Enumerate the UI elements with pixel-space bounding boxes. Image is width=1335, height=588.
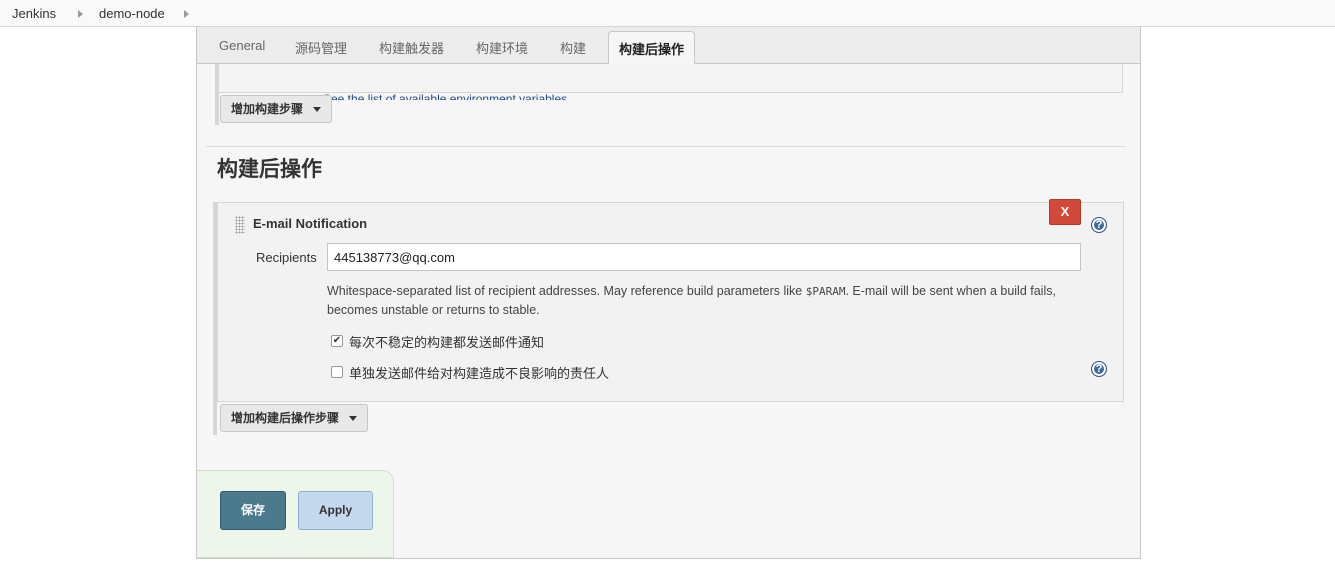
- email-notification-block: E-mail Notification X ? Recipients White…: [217, 199, 1124, 402]
- tab-post-build[interactable]: 构建后操作: [608, 31, 696, 65]
- help-icon[interactable]: ?: [1091, 361, 1107, 377]
- caret-down-icon: [349, 416, 358, 422]
- env-variables-link[interactable]: See the list of available environment va…: [323, 92, 567, 100]
- add-build-step-label: 增加构建步骤: [231, 102, 304, 116]
- breadcrumb-jenkins[interactable]: Jenkins: [12, 6, 56, 21]
- tab-strip: General 源码管理 构建触发器 构建环境 构建 构建后操作: [197, 27, 1140, 65]
- section-divider: [206, 146, 1126, 147]
- separate-email-checkbox-label[interactable]: 单独发送邮件给对构建造成不良影响的责任人: [349, 363, 609, 382]
- bottom-action-bar: 保存 Apply: [197, 470, 394, 558]
- tab-scm[interactable]: 源码管理: [295, 38, 347, 57]
- description-text: Whitespace-separated list of recipient a…: [327, 284, 806, 298]
- delete-step-button[interactable]: X: [1049, 199, 1081, 225]
- param-code: $PARAM: [805, 285, 846, 298]
- chevron-right-icon[interactable]: [78, 10, 83, 18]
- unstable-checkbox-label[interactable]: 每次不稳定的构建都发送邮件通知: [349, 332, 544, 351]
- tab-build[interactable]: 构建: [560, 38, 586, 57]
- add-post-build-step-label: 增加构建后操作步骤: [231, 411, 340, 425]
- drag-handle-icon[interactable]: [235, 216, 245, 234]
- separate-email-checkbox[interactable]: [331, 366, 343, 378]
- recipients-description: Whitespace-separated list of recipient a…: [327, 282, 1077, 319]
- breadcrumb-demo-node[interactable]: demo-node: [99, 6, 165, 21]
- recipients-label: Recipients: [256, 250, 317, 265]
- tab-general[interactable]: General: [219, 38, 265, 53]
- unstable-checkbox[interactable]: ✔: [331, 335, 343, 347]
- caret-down-icon: [313, 107, 322, 113]
- breadcrumb: Jenkins demo-node: [0, 0, 1335, 27]
- email-notification-title: E-mail Notification: [253, 216, 368, 231]
- recipients-input[interactable]: [327, 243, 1081, 271]
- post-build-title: 构建后操作: [217, 158, 322, 181]
- save-button[interactable]: 保存: [220, 491, 286, 530]
- config-panel: General 源码管理 构建触发器 构建环境 构建 构建后操作 See the…: [196, 27, 1141, 559]
- tab-build-triggers[interactable]: 构建触发器: [379, 38, 444, 57]
- section-indent-bar: [215, 64, 219, 125]
- apply-button[interactable]: Apply: [298, 491, 373, 530]
- add-build-step-button[interactable]: 增加构建步骤: [220, 95, 333, 123]
- build-step-box: See the list of available environment va…: [217, 64, 1123, 100]
- chevron-right-icon[interactable]: [184, 10, 189, 18]
- help-icon[interactable]: ?: [1091, 217, 1107, 233]
- add-post-build-step-button[interactable]: 增加构建后操作步骤: [220, 404, 369, 432]
- tab-build-environment[interactable]: 构建环境: [476, 38, 528, 57]
